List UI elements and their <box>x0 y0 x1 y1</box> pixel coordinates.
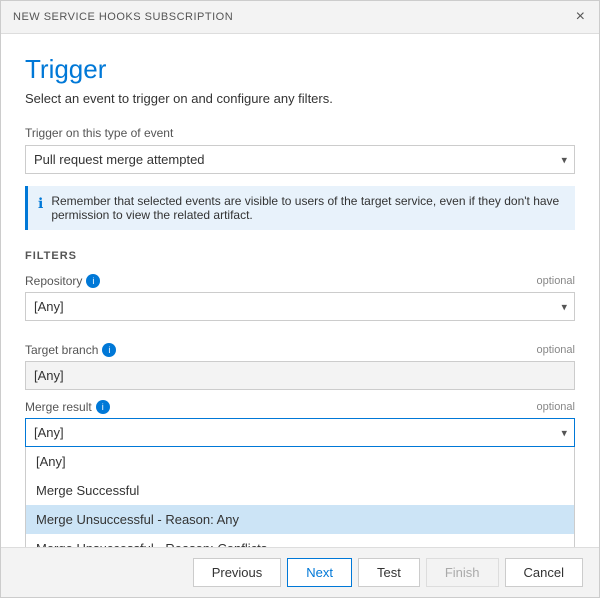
dropdown-item-merge-successful[interactable]: Merge Successful <box>26 476 574 505</box>
merge-result-filter-header: Merge result i optional <box>25 400 575 414</box>
filters-heading: FILTERS <box>25 250 575 262</box>
repository-select[interactable]: [Any] <box>25 292 575 321</box>
dropdown-item-merge-unsuccessful-conflicts[interactable]: Merge Unsuccessful - Reason: Conflicts <box>26 534 574 547</box>
dialog-footer: Previous Next Test Finish Cancel <box>1 547 599 597</box>
page-heading: Trigger <box>25 54 575 85</box>
info-icon: ℹ <box>38 195 43 222</box>
trigger-field-label: Trigger on this type of event <box>25 126 575 140</box>
dialog: NEW SERVICE HOOKS SUBSCRIPTION × Trigger… <box>0 0 600 598</box>
cancel-button[interactable]: Cancel <box>505 558 583 587</box>
dropdown-item-merge-unsuccessful-any[interactable]: Merge Unsuccessful - Reason: Any <box>26 505 574 534</box>
trigger-select[interactable]: Pull request merge attempted <box>25 145 575 174</box>
repository-info-icon[interactable]: i <box>86 274 100 288</box>
repository-select-wrapper: [Any] ▾ <box>25 292 575 321</box>
trigger-select-wrapper: Pull request merge attempted ▾ <box>25 145 575 174</box>
dropdown-item-any[interactable]: [Any] <box>26 447 574 476</box>
target-branch-filter-label: Target branch i <box>25 343 116 357</box>
repository-filter-label: Repository i <box>25 274 100 288</box>
page-subtitle: Select an event to trigger on and config… <box>25 91 575 106</box>
info-message: Remember that selected events are visibl… <box>51 194 565 222</box>
dialog-body: Trigger Select an event to trigger on an… <box>1 34 599 547</box>
target-branch-info-icon[interactable]: i <box>102 343 116 357</box>
next-button[interactable]: Next <box>287 558 352 587</box>
merge-result-optional-label: optional <box>536 401 575 413</box>
target-branch-filter-header: Target branch i optional <box>25 343 575 357</box>
merge-result-input[interactable] <box>25 418 575 447</box>
close-button[interactable]: × <box>574 9 587 25</box>
merge-result-dropdown-list: [Any] Merge Successful Merge Unsuccessfu… <box>25 447 575 547</box>
title-bar: NEW SERVICE HOOKS SUBSCRIPTION × <box>1 1 599 34</box>
repository-optional-label: optional <box>536 275 575 287</box>
dialog-title: NEW SERVICE HOOKS SUBSCRIPTION <box>13 11 233 23</box>
merge-result-filter-label: Merge result i <box>25 400 110 414</box>
merge-result-info-icon[interactable]: i <box>96 400 110 414</box>
repository-filter-row: Repository i optional [Any] ▾ <box>25 274 575 333</box>
merge-result-filter-row: Merge result i optional ▾ [Any] Merge Su… <box>25 400 575 547</box>
repository-filter-header: Repository i optional <box>25 274 575 288</box>
merge-result-dropdown-wrapper: ▾ [Any] Merge Successful Merge Unsuccess… <box>25 418 575 547</box>
finish-button[interactable]: Finish <box>426 558 499 587</box>
target-branch-optional-label: optional <box>536 344 575 356</box>
test-button[interactable]: Test <box>358 558 420 587</box>
info-box: ℹ Remember that selected events are visi… <box>25 186 575 230</box>
target-branch-filter-row: Target branch i optional <box>25 343 575 390</box>
target-branch-input[interactable] <box>25 361 575 390</box>
previous-button[interactable]: Previous <box>193 558 282 587</box>
